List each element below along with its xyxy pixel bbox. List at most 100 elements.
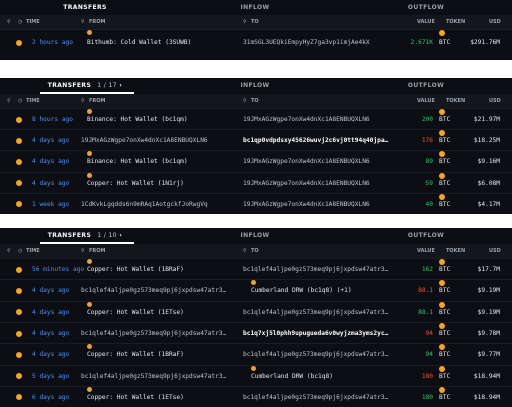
usd-header[interactable]: USD (489, 94, 501, 108)
to-header-filter-icon[interactable]: ⚲ (243, 15, 247, 29)
tab-inflow[interactable]: INFLOW (170, 228, 340, 244)
to-cell[interactable]: Cumberland DRW (bc1q8) (+1) (251, 280, 352, 301)
time-cell[interactable]: 5 days ago (32, 366, 69, 387)
time-cell[interactable]: 4 days ago (32, 302, 69, 323)
from-cell[interactable]: 1CdKvkLgqdds6n9mRAq1AotgckfJoRwgVq (81, 194, 208, 214)
tab-outflow[interactable]: OUTFLOW (340, 228, 512, 244)
to-cell[interactable]: 19JMxAGzWgpe7onXw4dnXc1A8ENBUQXLN6 (243, 194, 370, 214)
table-row[interactable]: 6 days ago Copper: Hot Wallet (1ETse) bc1q… (0, 385, 512, 407)
token-cell[interactable]: BTC (439, 301, 450, 323)
tab-inflow[interactable]: INFLOW (170, 78, 340, 94)
time-cell[interactable]: 4 days ago (32, 344, 69, 365)
from-cell[interactable]: bc1qlef4aljpe0gz573meq9pj6jxpdsw47atr3… (81, 323, 226, 344)
pagination-label[interactable]: 1 / 10 (97, 232, 117, 239)
from-cell[interactable]: Binance: Hot Wallet (bc1qm) (87, 151, 188, 172)
to-cell[interactable]: bc1q7xj5l0phh9upuguedа6v0wyjzma3yms2yc… (243, 323, 388, 344)
token-cell[interactable]: BTC (439, 259, 450, 280)
filter-icon[interactable]: ⚲ (7, 94, 11, 108)
from-cell[interactable]: bc1qlef4aljpe0gz573meq9pj6jxpdsw47atr3… (81, 366, 226, 387)
table-row[interactable]: 56 minutes ago Copper: Hot Wallet (1BRaF)… (0, 258, 512, 280)
table-row[interactable]: 1 week ago 1CdKvkLgqdds6n9mRAq1AotgckfJoR… (0, 192, 512, 214)
clock-icon[interactable]: ◷ (18, 244, 22, 258)
usd-header[interactable]: USD (489, 244, 501, 258)
to-cell[interactable]: bc1qlef4aljpe0gz573meq9pj6jxpdsw47atr3… (243, 302, 388, 323)
token-cell[interactable]: BTC (439, 193, 450, 214)
token-header[interactable]: TOKEN (446, 15, 465, 29)
time-header[interactable]: TIME (26, 244, 40, 258)
to-cell[interactable]: 31mSGL3UEQkiEmpyHyZ7ga3vp1imjAe4kX (243, 30, 370, 56)
from-header-filter-icon[interactable]: ⚲ (81, 94, 85, 108)
next-page-icon[interactable]: › (119, 82, 122, 89)
table-row[interactable]: 4 days ago bc1qlef4aljpe0gz573meq9pj6jxpd… (0, 321, 512, 344)
from-cell[interactable]: Bithumb: Cold Wallet (3SUWB) (87, 30, 191, 56)
time-cell[interactable]: 4 days ago (32, 151, 69, 172)
token-cell[interactable]: BTC (439, 30, 450, 56)
tab-transfers[interactable]: TRANSFERS (0, 0, 170, 16)
tab-outflow[interactable]: OUTFLOW (340, 0, 512, 16)
from-header-filter-icon[interactable]: ⚲ (81, 244, 85, 258)
token-cell[interactable]: BTC (439, 130, 450, 151)
time-cell[interactable]: 4 days ago (32, 280, 69, 301)
table-row[interactable]: 4 days ago Binance: Hot Wallet (bc1qm) 19J… (0, 150, 512, 172)
from-cell[interactable]: Copper: Hot Wallet (1BRaF) (87, 259, 184, 280)
from-header-filter-icon[interactable]: ⚲ (81, 15, 85, 29)
clock-icon[interactable]: ◷ (18, 15, 22, 29)
time-cell[interactable]: 1 week ago (32, 194, 69, 214)
from-cell[interactable]: Copper: Hot Wallet (1BRaF) (87, 344, 184, 365)
time-cell[interactable]: 4 days ago (32, 130, 69, 151)
value-header[interactable]: VALUE (417, 15, 435, 29)
token-cell[interactable]: BTC (439, 109, 450, 130)
token-header[interactable]: TOKEN (446, 94, 465, 108)
token-cell[interactable]: BTC (439, 151, 450, 172)
table-row[interactable]: 4 days ago Copper: Hot Wallet (1ETse) bc1q… (0, 300, 512, 323)
to-cell[interactable]: bc1qp0vdpdsxy45626wuvj2c6vj0tt94q40jpa… (243, 130, 388, 151)
table-row[interactable]: 4 days ago Copper: Hot Wallet (1N1rj) 19JM… (0, 171, 512, 194)
from-header[interactable]: FROM (89, 244, 106, 258)
time-header[interactable]: TIME (26, 15, 40, 29)
from-cell[interactable]: Copper: Hot Wallet (1ETse) (87, 301, 184, 323)
usd-header[interactable]: USD (489, 15, 501, 29)
token-cell[interactable]: BTC (439, 322, 450, 344)
token-cell[interactable]: BTC (439, 172, 450, 194)
time-cell[interactable]: 8 hours ago (32, 109, 73, 130)
filter-icon[interactable]: ⚲ (7, 15, 11, 29)
to-header-filter-icon[interactable]: ⚲ (243, 244, 247, 258)
to-cell[interactable]: bc1qlef4aljpe0gz573meq9pj6jxpdsw47atr3… (243, 259, 388, 280)
to-cell[interactable]: bc1qlef4aljpe0gz573meq9pj6jxpdsw47atr3… (243, 344, 388, 365)
time-header[interactable]: TIME (26, 94, 40, 108)
from-header[interactable]: FROM (89, 94, 106, 108)
to-cell[interactable]: bc1qlef4aljpe0gz573meq9pj6jxpdsw47atr3… (243, 387, 388, 407)
token-cell[interactable]: BTC (439, 386, 450, 407)
to-header-filter-icon[interactable]: ⚲ (243, 94, 247, 108)
value-header[interactable]: VALUE (417, 94, 435, 108)
token-cell[interactable]: BTC (439, 365, 450, 387)
from-cell[interactable]: Copper: Hot Wallet (1ETse) (87, 386, 184, 407)
table-row[interactable]: 4 days ago 19JMxAGzWgpe7onXw4dnXc1A8ENBUQ… (0, 129, 512, 151)
time-cell[interactable]: 6 days ago (32, 387, 69, 407)
from-cell[interactable]: Binance: Hot Wallet (bc1qm) (87, 109, 188, 130)
time-cell[interactable]: 4 days ago (32, 323, 69, 344)
filter-icon[interactable]: ⚲ (7, 244, 11, 258)
from-cell[interactable]: Copper: Hot Wallet (1N1rj) (87, 172, 184, 194)
tab-outflow[interactable]: OUTFLOW (340, 78, 512, 94)
to-header[interactable]: TO (251, 94, 259, 108)
token-header[interactable]: TOKEN (446, 244, 465, 258)
to-cell[interactable]: 19JMxAGzWgpe7onXw4dnXc1A8ENBUQXLN6 (243, 173, 370, 194)
table-row[interactable]: 8 hours ago Binance: Hot Wallet (bc1qm) 19… (0, 108, 512, 130)
token-cell[interactable]: BTC (439, 344, 450, 365)
from-cell[interactable]: bc1qlef4aljpe0gz573meq9pj6jxpdsw47atr3… (81, 280, 226, 301)
next-page-icon[interactable]: › (119, 232, 122, 239)
token-cell[interactable]: BTC (439, 280, 450, 301)
to-cell[interactable]: 19JMxAGzWgpe7onXw4dnXc1A8ENBUQXLN6 (243, 109, 370, 130)
to-cell[interactable]: Cumberland DRW (bc1q8) (251, 365, 333, 387)
from-cell[interactable]: 19JMxAGzWgpe7onXw4dnXc1A8ENBUQXLN6 (81, 130, 208, 151)
from-header[interactable]: FROM (89, 15, 106, 29)
value-header[interactable]: VALUE (417, 244, 435, 258)
to-header[interactable]: TO (251, 15, 259, 29)
table-row[interactable]: 2 hours ago Bithumb: Cold Wallet (3SUWB) 3… (0, 29, 512, 56)
to-header[interactable]: TO (251, 244, 259, 258)
clock-icon[interactable]: ◷ (18, 94, 22, 108)
pagination-label[interactable]: 1 / 17 (97, 82, 117, 89)
to-cell[interactable]: 19JMxAGzWgpe7onXw4dnXc1A8ENBUQXLN6 (243, 151, 370, 172)
time-cell[interactable]: 56 minutes ago (32, 259, 84, 280)
